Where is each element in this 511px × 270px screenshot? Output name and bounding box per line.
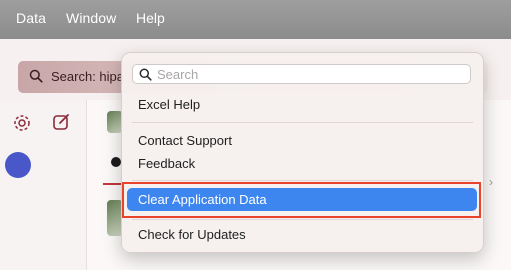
help-search-field[interactable] bbox=[132, 64, 471, 84]
search-icon bbox=[29, 69, 43, 88]
left-sidebar bbox=[0, 100, 86, 270]
menu-separator bbox=[132, 122, 473, 123]
help-dropdown-menu: Excel Help Contact Support Feedback Clea… bbox=[121, 52, 484, 253]
menu-window[interactable]: Window bbox=[66, 10, 116, 26]
account-circle-button[interactable] bbox=[5, 152, 31, 178]
menu-help[interactable]: Help bbox=[136, 10, 165, 26]
annotation-highlight-box bbox=[122, 182, 481, 218]
menu-separator bbox=[132, 219, 473, 220]
menu-data[interactable]: Data bbox=[16, 10, 46, 26]
compose-icon[interactable] bbox=[51, 112, 71, 137]
unread-dot bbox=[111, 157, 121, 167]
menu-item-label: Feedback bbox=[138, 156, 196, 171]
menu-item-contact-support[interactable]: Contact Support bbox=[122, 130, 483, 152]
active-tab-indicator bbox=[103, 183, 121, 185]
menu-separator bbox=[132, 180, 473, 181]
menu-item-label: Excel Help bbox=[138, 97, 201, 112]
help-search-input[interactable] bbox=[157, 66, 457, 82]
menu-item-excel-help[interactable]: Excel Help bbox=[122, 94, 483, 116]
chevron-right-icon[interactable]: › bbox=[489, 175, 493, 189]
menu-item-label: Check for Updates bbox=[138, 227, 246, 242]
app-search-text: Search: hipa bbox=[51, 69, 124, 84]
menu-item-label: Contact Support bbox=[138, 133, 232, 148]
menu-item-check-for-updates[interactable]: Check for Updates bbox=[122, 224, 483, 246]
menu-item-feedback[interactable]: Feedback bbox=[122, 153, 483, 175]
menu-bar: Data Window bbox=[0, 0, 511, 39]
search-icon bbox=[139, 68, 152, 86]
settings-icon[interactable] bbox=[12, 113, 32, 138]
